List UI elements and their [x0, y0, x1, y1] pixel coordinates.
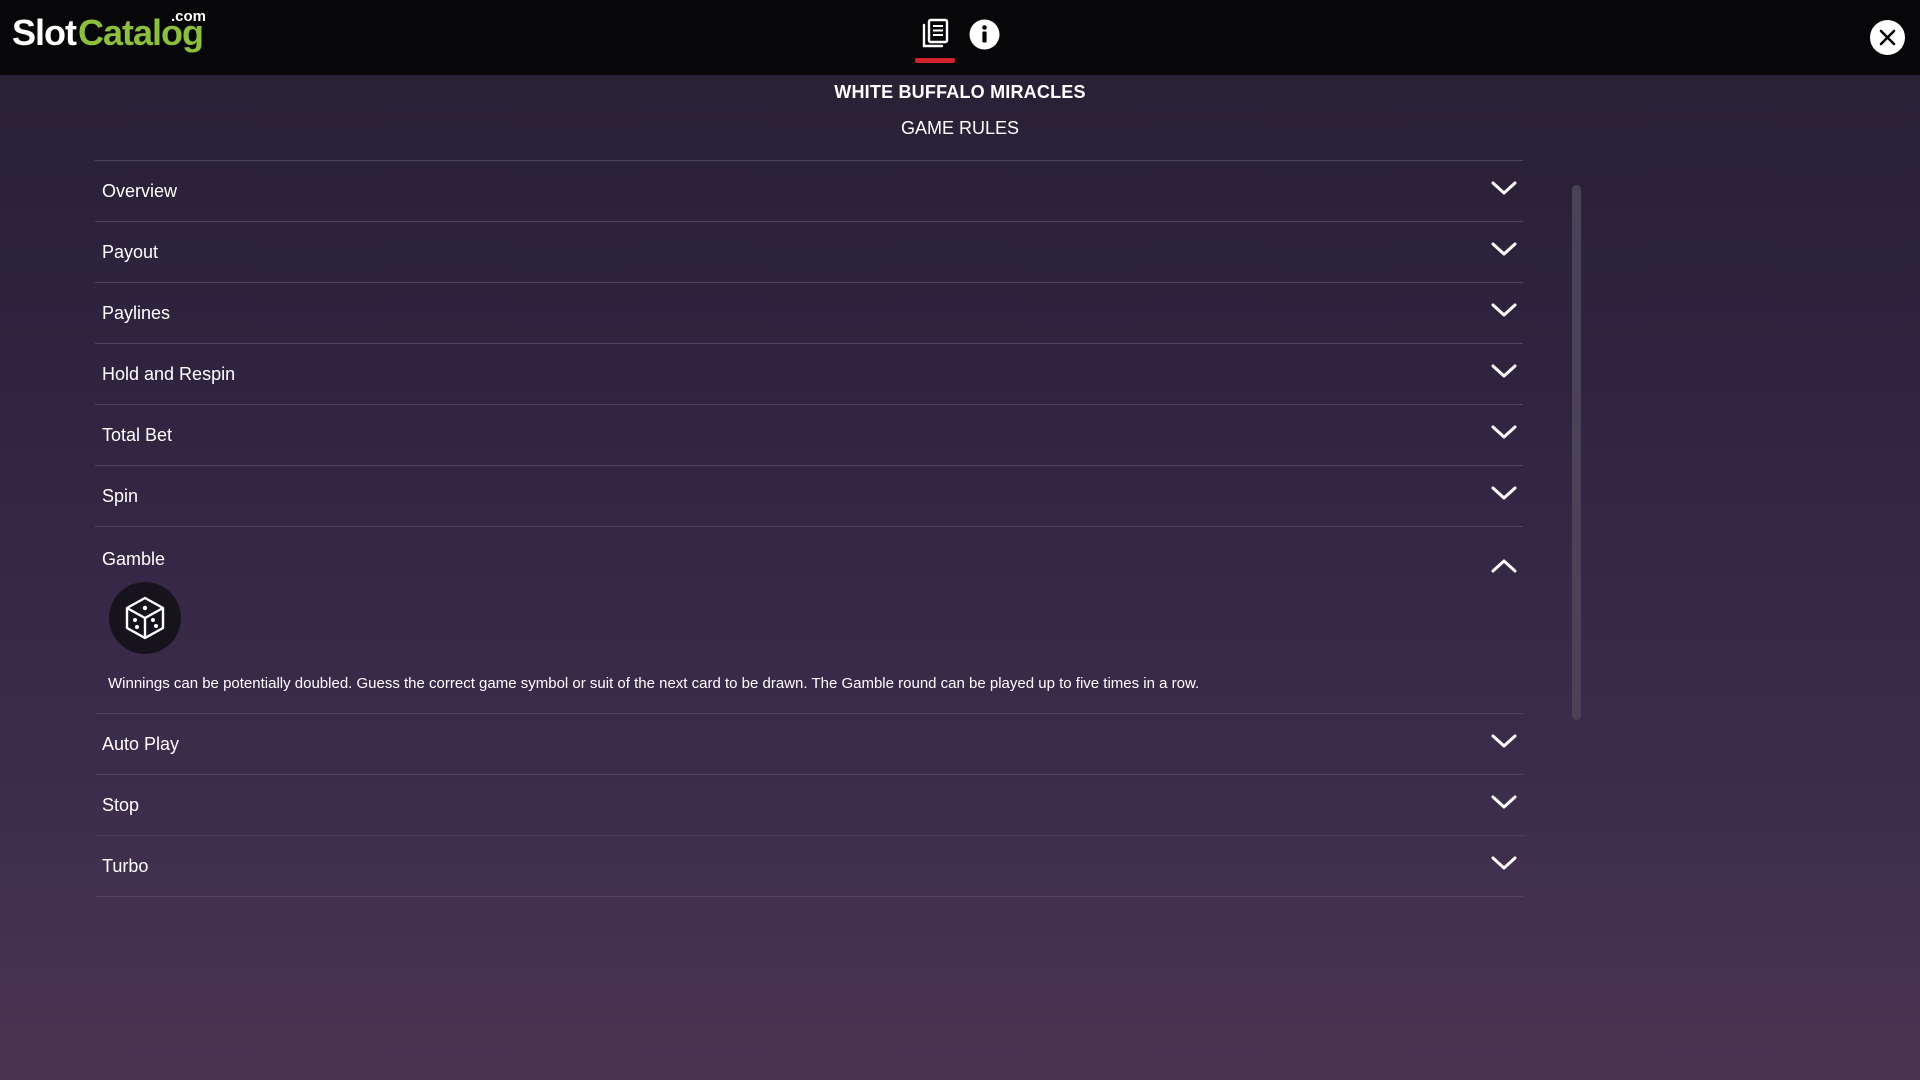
- section-label: Gamble: [102, 549, 166, 569]
- section-header[interactable]: Payout: [95, 222, 1523, 282]
- section-turbo[interactable]: Turbo: [95, 836, 1523, 897]
- section-label: Overview: [102, 181, 178, 201]
- section-label: Turbo: [102, 856, 149, 876]
- close-icon: [1879, 29, 1896, 46]
- chevron-down-icon: [1491, 181, 1517, 195]
- logo-text-suffix: .com: [171, 8, 207, 25]
- info-icon: [969, 19, 1000, 50]
- chevron-down-icon: [1491, 242, 1517, 256]
- section-header[interactable]: Paylines: [95, 283, 1523, 343]
- rules-accordion: Overview Payout Paylines Hold and Respin…: [95, 160, 1523, 897]
- page-subtitle: GAME RULES: [900, 118, 1020, 138]
- section-header[interactable]: Spin: [95, 466, 1523, 526]
- dice-icon-badge: [109, 582, 181, 654]
- section-header[interactable]: Turbo: [95, 836, 1523, 896]
- section-gamble[interactable]: Gamble Winnings can be potentially doubl…: [95, 527, 1523, 714]
- section-header[interactable]: Hold and Respin: [95, 344, 1523, 404]
- tab-info[interactable]: [968, 18, 1001, 51]
- chevron-down-icon: [1491, 364, 1517, 378]
- section-label: Total Bet: [102, 425, 173, 445]
- section-body: Winnings can be potentially doubled. Gue…: [95, 572, 1523, 713]
- section-spin[interactable]: Spin: [95, 466, 1523, 527]
- chevron-down-icon: [1491, 425, 1517, 439]
- section-header[interactable]: Stop: [95, 775, 1523, 835]
- logo-text-main: Slot: [12, 12, 77, 53]
- section-stop[interactable]: Stop: [95, 775, 1523, 836]
- dice-icon: [125, 596, 165, 640]
- section-header[interactable]: Gamble: [95, 527, 1523, 573]
- scrollbar[interactable]: [1572, 185, 1581, 720]
- chevron-down-icon: [1491, 734, 1517, 748]
- section-label: Paylines: [102, 303, 171, 323]
- section-header[interactable]: Total Bet: [95, 405, 1523, 465]
- section-total-bet[interactable]: Total Bet: [95, 405, 1523, 466]
- section-overview[interactable]: Overview: [95, 161, 1523, 222]
- section-auto-play[interactable]: Auto Play: [95, 714, 1523, 775]
- section-label: Auto Play: [102, 734, 180, 754]
- tab-rules[interactable]: [913, 14, 957, 64]
- section-header[interactable]: Overview: [95, 161, 1523, 221]
- section-label: Stop: [102, 795, 140, 815]
- section-payout[interactable]: Payout: [95, 222, 1523, 283]
- close-button[interactable]: [1870, 20, 1905, 55]
- section-hold-and-respin[interactable]: Hold and Respin: [95, 344, 1523, 405]
- chevron-down-icon: [1491, 303, 1517, 317]
- slotcatalog-logo[interactable]: Slot Catalog .com: [12, 8, 212, 60]
- active-tab-indicator: [915, 58, 955, 63]
- chevron-down-icon: [1491, 795, 1517, 809]
- section-header[interactable]: Auto Play: [95, 714, 1523, 774]
- page-title: WHITE BUFFALO MIRACLES: [834, 82, 1086, 102]
- section-paylines[interactable]: Paylines: [95, 283, 1523, 344]
- section-description: Winnings can be potentially doubled. Gue…: [108, 675, 1200, 692]
- chevron-down-icon: [1491, 856, 1517, 870]
- rules-book-icon: [922, 18, 949, 48]
- chevron-down-icon: [1491, 486, 1517, 500]
- section-label: Payout: [102, 242, 159, 262]
- section-label: Hold and Respin: [102, 364, 236, 384]
- top-bar: Slot Catalog .com: [0, 0, 1920, 75]
- section-label: Spin: [102, 486, 139, 506]
